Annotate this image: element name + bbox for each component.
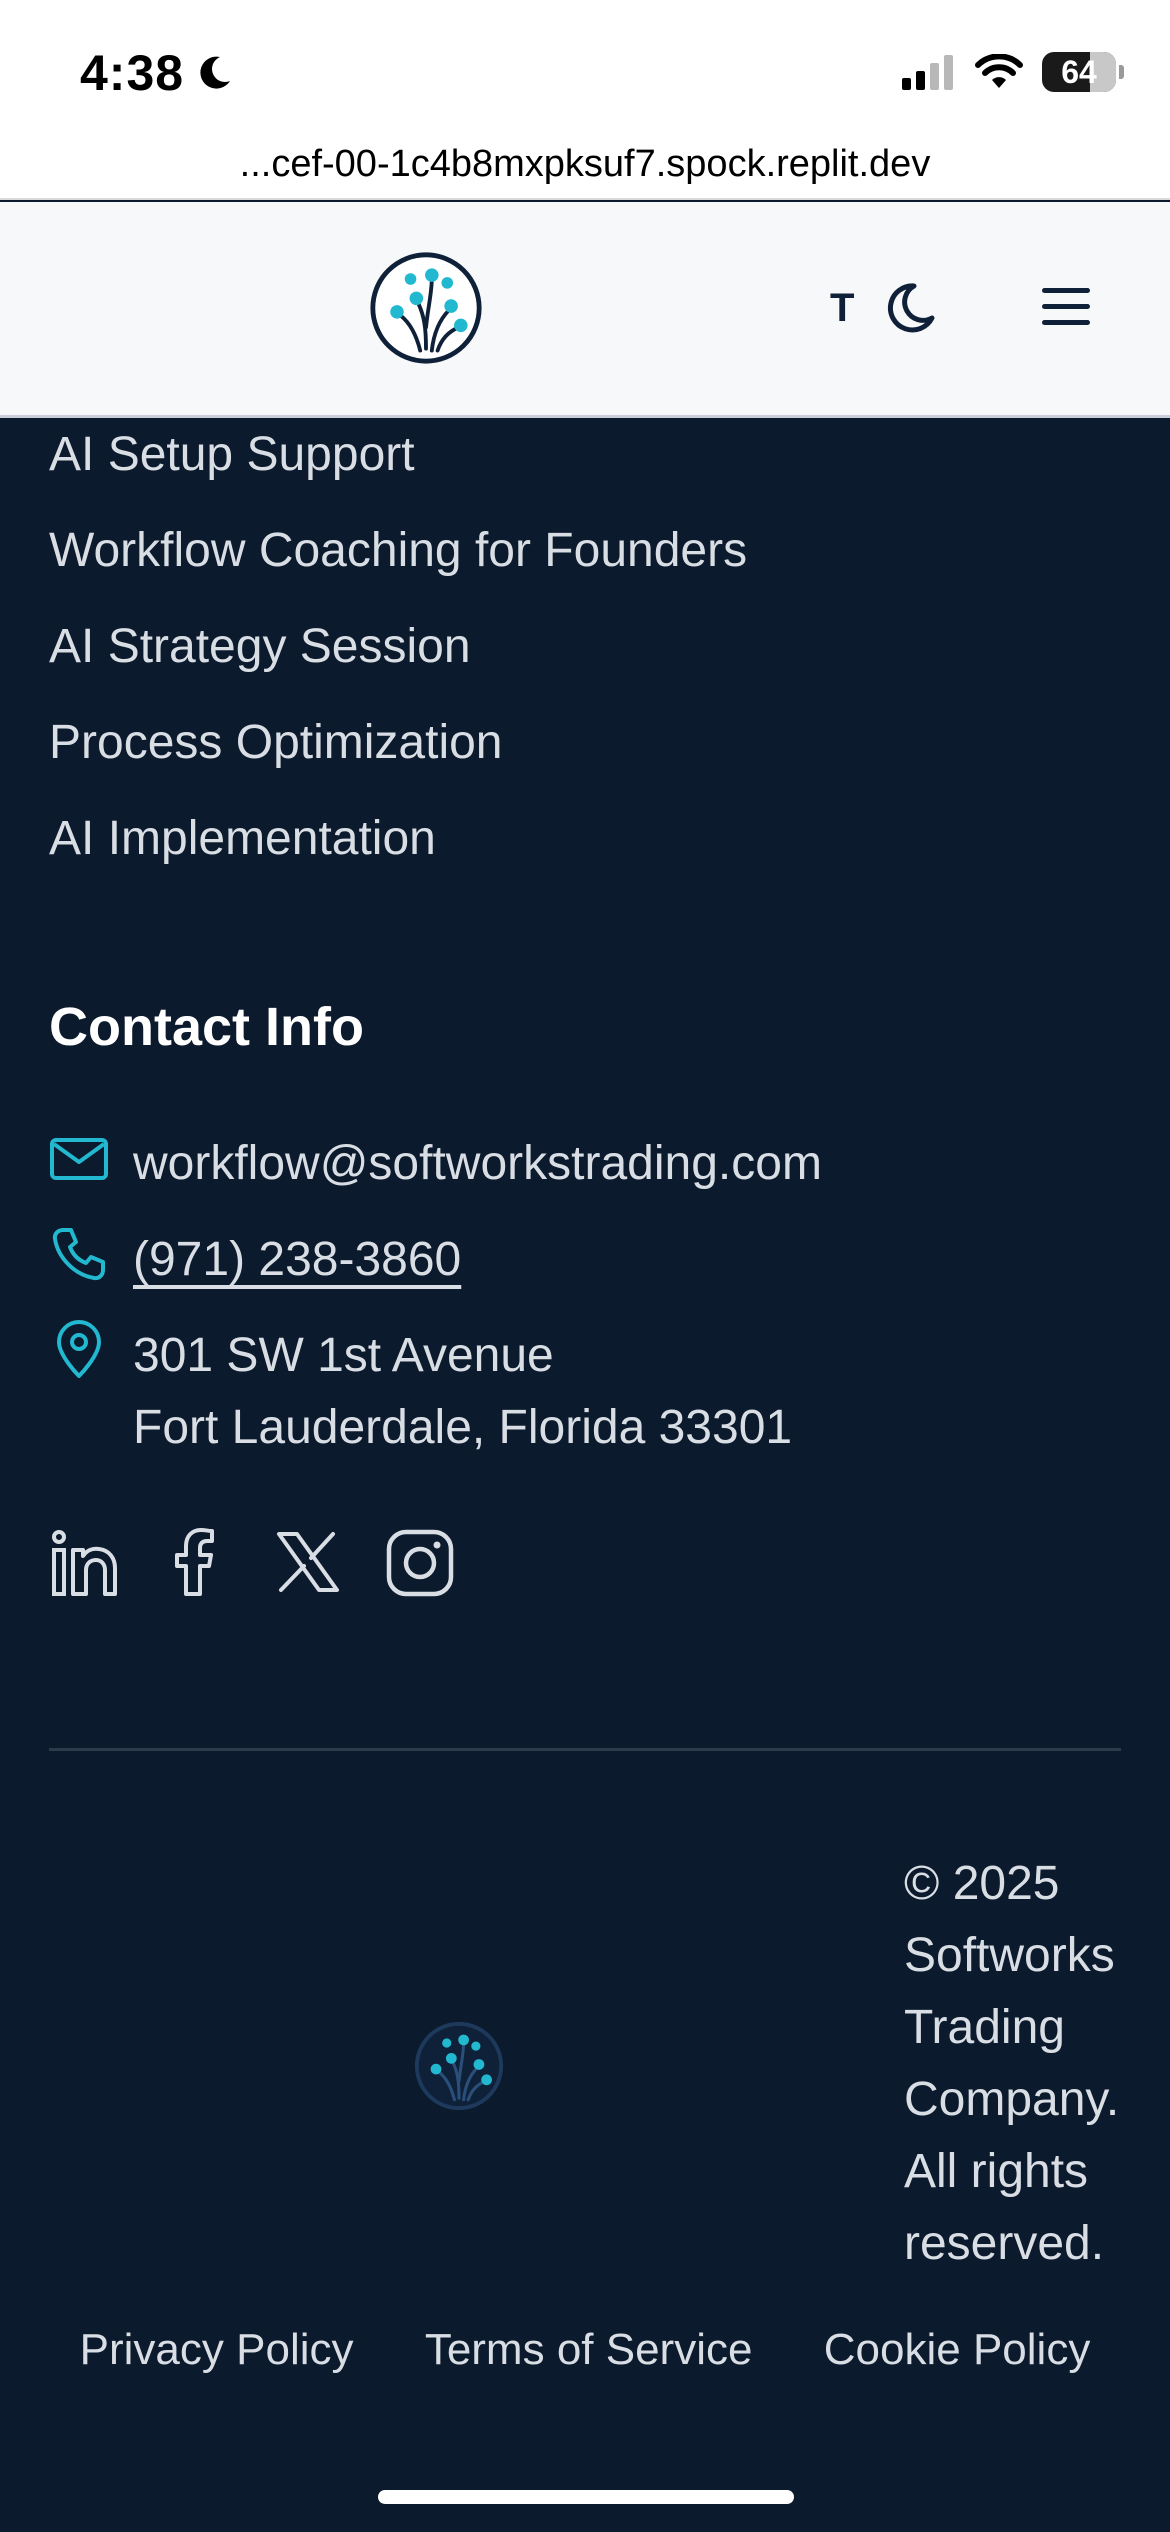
battery-level: 64 bbox=[1061, 53, 1097, 90]
brand-logo-icon[interactable] bbox=[368, 250, 484, 366]
phone-icon bbox=[52, 1228, 105, 1281]
service-link-workflow-coaching[interactable]: Workflow Coaching for Founders bbox=[49, 516, 747, 612]
legal-links: Privacy Policy Terms of Service Cookie P… bbox=[0, 2325, 1170, 2375]
footer-logo-icon[interactable] bbox=[413, 2020, 505, 2112]
service-link-ai-strategy-session[interactable]: AI Strategy Session bbox=[49, 612, 747, 708]
address-line-1: 301 SW 1st Avenue bbox=[133, 1329, 554, 1382]
mail-icon bbox=[50, 1138, 108, 1180]
service-link-process-optimization[interactable]: Process Optimization bbox=[49, 708, 747, 804]
text-size-button[interactable]: T bbox=[830, 286, 854, 331]
address-line-2: Fort Lauderdale, Florida 33301 bbox=[133, 1401, 793, 1454]
moon-icon[interactable] bbox=[880, 278, 940, 338]
signal-icon bbox=[902, 55, 953, 90]
copyright-line: Company. bbox=[904, 2073, 1120, 2126]
copyright-line: Trading bbox=[904, 2001, 1065, 2054]
status-time: 4:38 bbox=[80, 44, 234, 102]
wifi-icon bbox=[975, 54, 1023, 88]
linkedin-icon[interactable] bbox=[49, 1528, 119, 1598]
service-link-ai-implementation[interactable]: AI Implementation bbox=[49, 804, 747, 900]
copyright-line: Softworks bbox=[904, 1929, 1115, 1982]
copyright-line: reserved. bbox=[904, 2217, 1105, 2270]
privacy-policy-link[interactable]: Privacy Policy bbox=[80, 2325, 354, 2375]
instagram-icon[interactable] bbox=[385, 1528, 455, 1598]
contact-address-row: 301 SW 1st Avenue Fort Lauderdale, Flori… bbox=[49, 1320, 792, 1464]
x-icon[interactable] bbox=[273, 1528, 343, 1598]
moon-icon bbox=[200, 56, 231, 89]
service-link-ai-setup-support[interactable]: AI Setup Support bbox=[49, 420, 747, 516]
copyright-line: © 2025 bbox=[904, 1857, 1060, 1910]
contact-email[interactable]: workflow@softworkstrading.com bbox=[133, 1128, 822, 1200]
url-text: ...cef-00-1c4b8mxpksuf7.spock.replit.dev bbox=[239, 142, 931, 185]
services-list: AI Setup Support Workflow Coaching for F… bbox=[49, 420, 747, 900]
contact-info-heading: Contact Info bbox=[49, 997, 364, 1057]
battery-icon: 64 bbox=[1042, 52, 1124, 92]
cookie-policy-link[interactable]: Cookie Policy bbox=[824, 2325, 1091, 2375]
status-bar: 4:38 64 bbox=[0, 0, 1170, 140]
address-bar[interactable]: ...cef-00-1c4b8mxpksuf7.spock.replit.dev bbox=[0, 130, 1170, 200]
copyright-line: All rights bbox=[904, 2145, 1089, 2198]
status-icons: 64 bbox=[902, 52, 1124, 92]
location-pin-icon bbox=[57, 1320, 101, 1378]
menu-icon[interactable] bbox=[1040, 284, 1092, 330]
social-links bbox=[49, 1528, 497, 1598]
footer-divider bbox=[49, 1748, 1121, 1751]
site-header: T bbox=[0, 202, 1170, 418]
contact-email-row[interactable]: workflow@softworkstrading.com bbox=[49, 1128, 822, 1200]
terms-of-service-link[interactable]: Terms of Service bbox=[425, 2325, 753, 2375]
contact-address: 301 SW 1st Avenue Fort Lauderdale, Flori… bbox=[133, 1320, 792, 1464]
contact-phone-row[interactable]: (971) 238-3860 bbox=[49, 1224, 461, 1296]
facebook-icon[interactable] bbox=[161, 1528, 231, 1598]
copyright-text: © 2025 Softworks Trading Company. All ri… bbox=[904, 1848, 1134, 2280]
contact-phone[interactable]: (971) 238-3860 bbox=[133, 1224, 461, 1296]
time-text: 4:38 bbox=[80, 45, 185, 101]
home-indicator[interactable] bbox=[378, 2490, 794, 2504]
